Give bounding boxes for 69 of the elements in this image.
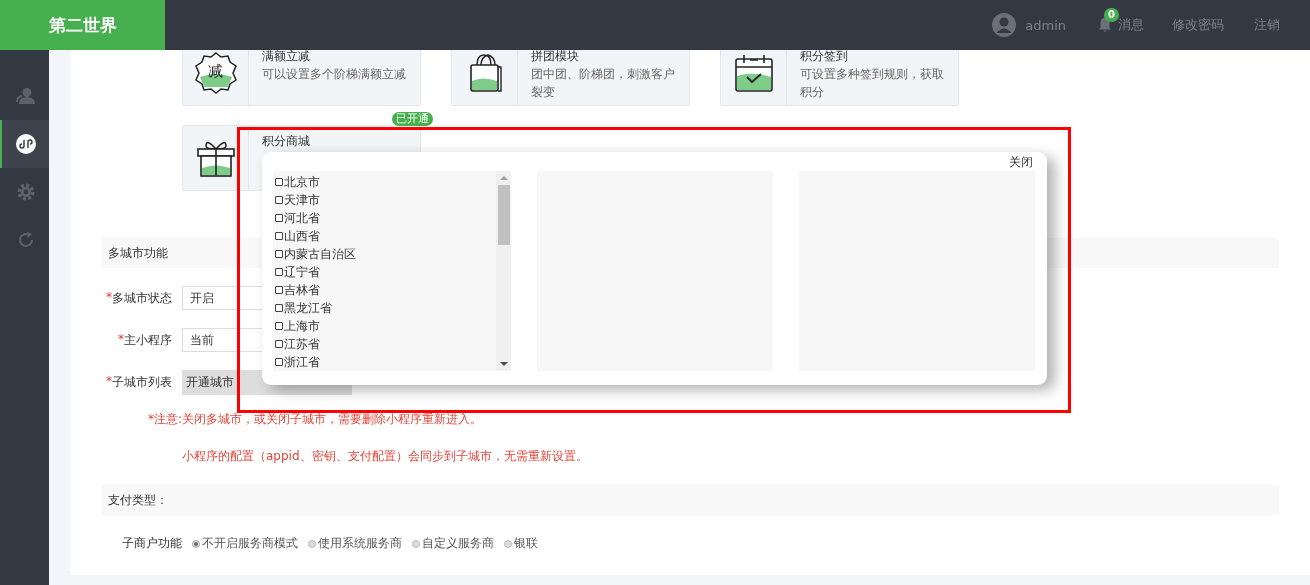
note-label: *注意: [146,411,182,428]
province-name: 黑龙江省 [284,299,332,317]
feature-card[interactable]: 拼团模块 团中团、阶梯团，刺激客户裂变 [451,50,690,106]
checkbox[interactable] [275,214,283,222]
feature-title: 积分签到 [800,50,850,65]
checkbox[interactable] [275,286,283,294]
field-label: 子商户功能 [121,535,183,552]
checkbox[interactable] [275,250,283,258]
province-name: 天津市 [284,191,320,209]
province-option[interactable]: 黑龙江省 [275,299,496,317]
checkbox[interactable] [275,358,283,366]
province-option[interactable]: 北京市 [275,173,496,191]
province-name: 内蒙古自治区 [284,245,356,263]
user-icon [15,86,36,106]
province-name: 河北省 [284,209,320,227]
discount-icon [193,51,238,95]
radio-option[interactable]: 银联 [504,535,538,552]
province-name: 吉林省 [284,281,320,299]
feature-title: 积分商城 [262,133,312,150]
link-icon [15,134,36,154]
checkbox[interactable] [275,268,283,276]
feature-description: 可设置多种签到规则，获取积分 [800,66,946,101]
field-label: 子城市列表 [112,374,172,391]
required-mark: * [106,289,112,306]
field-label: 多城市状态 [112,289,172,307]
note-text: 小程序的配置（appid、密钥、支付配置）会同步到子城市，无需重新设置。 [182,448,588,465]
radio-button[interactable] [308,539,316,548]
province-option[interactable]: 吉林省 [275,281,496,299]
bell-icon[interactable] [1096,16,1114,34]
logo: 第二世界 [0,0,165,50]
feature-title: 满额立减 [262,50,312,65]
notification-badge: 0 [1104,8,1119,22]
section-header: 支付类型： [102,485,1279,515]
province-option[interactable]: 河北省 [275,209,496,227]
note-text: 关闭多城市，或关闭子城市，需要删除小程序重新进入。 [182,411,483,428]
province-name: 北京市 [284,173,320,191]
checkbox[interactable] [275,232,283,240]
radio-button[interactable] [412,539,420,548]
settings-icon [15,182,36,202]
scroll-down-icon[interactable] [498,360,509,368]
province-name: 浙江省 [284,353,320,371]
checkbox[interactable] [275,178,283,186]
checkbox[interactable] [275,196,283,204]
required-mark: * [118,331,124,348]
checkbox[interactable] [275,304,283,312]
province-option[interactable]: 江苏省 [275,335,496,353]
checkbox[interactable] [275,322,283,330]
province-option[interactable]: 天津市 [275,191,496,209]
province-name: 上海市 [284,317,320,335]
close-link[interactable]: 关闭 [1009,154,1033,171]
icon-label: 减 [208,61,224,81]
required-mark: * [106,374,112,390]
radio-label: 银联 [514,535,538,552]
scrollbar[interactable] [496,171,511,371]
sidebar-item[interactable] [0,120,49,168]
province-option[interactable]: 上海市 [275,317,496,335]
feature-description: 可以设置多个阶梯满额立减 [262,66,408,83]
radio-button[interactable] [504,539,512,548]
checkbox[interactable] [275,340,283,348]
province-name: 江苏省 [284,335,320,353]
feature-description: 团中团、阶梯团，刺激客户裂变 [531,66,677,101]
field-label: 主小程序 [124,331,172,349]
feature-title: 拼团模块 [531,50,581,65]
province-option[interactable]: 浙江省 [275,353,496,371]
status-badge: 已开通 [392,112,433,126]
scroll-thumb[interactable] [497,185,510,245]
feature-card[interactable]: 积分签到 可设置多种签到规则，获取积分 [720,50,959,106]
province-option[interactable]: 内蒙古自治区 [275,245,496,263]
feature-card[interactable]: 减 满额立减 可以设置多个阶梯满额立减 [182,50,421,106]
